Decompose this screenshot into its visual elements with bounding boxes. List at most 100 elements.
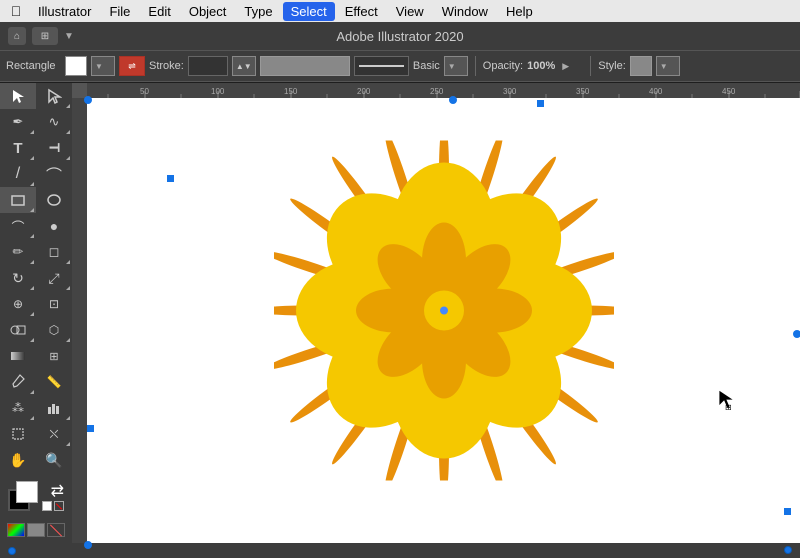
opacity-arrow[interactable]: ▶ [559,56,583,76]
symbol-sprayer-tool[interactable]: ⁂ [0,395,36,421]
eraser-tool[interactable]: ◻ [36,239,72,265]
measure-tool[interactable]: 📏 [36,369,72,395]
zoom-tool[interactable]: 🔍 [36,447,72,473]
artboard-tool[interactable] [0,421,36,447]
menu-type[interactable]: Type [236,2,280,21]
scroll-corner-tl [84,96,92,104]
tool-subtool-indicator [66,286,70,290]
mesh-tool[interactable]: ⊞ [36,343,72,369]
bottom-bar [0,543,800,558]
status-indicator-right [784,546,792,554]
menu-effect[interactable]: Effect [337,2,386,21]
free-transform-tool[interactable]: ⊡ [36,291,72,317]
selection-handle-bl[interactable] [87,425,94,432]
menu-illustrator[interactable]: Illustrator [30,2,99,21]
hand-tool[interactable]: ✋ [0,447,36,473]
line-tool[interactable]: / [0,161,36,187]
column-graph-tool[interactable] [36,395,72,421]
basic-dropdown[interactable]: ▼ [444,56,468,76]
brush-line-visual [359,65,404,67]
fill-none-icon[interactable] [42,501,52,511]
slice-tool[interactable]: ⛌ [36,421,72,447]
brush-selector[interactable] [354,56,409,76]
menu-view[interactable]: View [388,2,432,21]
tool-row-1 [0,83,72,109]
curvature-tool[interactable]: ∿ [36,109,72,135]
style-swatch[interactable] [630,56,652,76]
fill-indicator[interactable] [16,481,38,503]
fill-dropdown[interactable]: ▼ [91,56,115,76]
gradient-tool[interactable] [0,343,36,369]
stroke-color-rect[interactable] [260,56,350,76]
fill-stroke-area: ⇄ [0,473,72,519]
selection-handle-tl[interactable] [167,175,174,182]
tool-subtool-indicator [30,234,34,238]
eyedropper-tool[interactable] [0,369,36,395]
title-bar: ⌂ ⊞ ▼ Adobe Illustrator 2020 [0,22,800,50]
layout-caret[interactable]: ▼ [64,31,74,42]
svg-text:⊞: ⊞ [725,403,732,410]
apple-menu[interactable]:  [8,3,24,19]
menu-help[interactable]: Help [498,2,541,21]
style-dropdown[interactable]: ▼ [656,56,680,76]
rectangle-tool[interactable] [0,187,36,213]
perspective-grid-tool[interactable]: ⬡ [36,317,72,343]
stroke-none-icon[interactable] [54,501,64,511]
tool-row-11: ⊞ [0,343,72,369]
selection-handle-tr[interactable] [537,100,544,107]
none-mode-btn[interactable] [47,523,65,537]
tool-subtool-indicator [30,416,34,420]
tool-row-13: ⁂ [0,395,72,421]
arc-tool[interactable]: ⌒ [36,161,72,187]
stroke-dropdown[interactable]: ▲▼ [232,56,256,76]
warp-tool[interactable]: ⊕ [0,291,36,317]
stroke-input[interactable] [188,56,228,76]
pencil-tool[interactable]: ✏ [0,239,36,265]
tool-row-10: ⬡ [0,317,72,343]
menu-edit[interactable]: Edit [140,2,178,21]
menu-select[interactable]: Select [283,2,335,21]
grid-icon[interactable]: ⊞ [32,27,58,45]
gradient-mode-btn[interactable] [27,523,45,537]
ellipse-tool[interactable] [36,187,72,213]
scale-tool[interactable]: ⤢ [36,265,72,291]
title-left-icons: ⌂ ⊞ ▼ [8,27,74,45]
tool-subtool-indicator [30,338,34,342]
fill-swatch[interactable] [65,56,87,76]
status-indicator-left [8,547,16,555]
tool-subtool-indicator [30,286,34,290]
transform-btn[interactable]: ⇌ [119,56,145,76]
menu-bar:  Illustrator File Edit Object Type Sele… [0,0,800,22]
paintbrush-tool[interactable]: ⌒ [0,213,36,239]
flower-svg [274,140,614,480]
tool-subtool-indicator [30,260,34,264]
swap-icon[interactable]: ⇄ [51,481,64,501]
direct-select-tool[interactable] [36,83,72,109]
home-icon[interactable]: ⌂ [8,27,26,45]
pen-tool[interactable]: ✒ [0,109,36,135]
basic-label: Basic [413,60,440,72]
menu-window[interactable]: Window [434,2,496,21]
color-mode-btn[interactable] [7,523,25,537]
menu-object[interactable]: Object [181,2,235,21]
tool-subtool-indicator [66,260,70,264]
svg-text:50: 50 [140,87,149,96]
menu-file[interactable]: File [101,2,138,21]
canvas-area[interactable]: ⊞ [87,98,800,543]
tool-subtool-indicator [30,130,34,134]
selection-handle-br[interactable] [784,508,791,515]
toolbar-sep1 [475,56,476,76]
rotate-tool[interactable]: ↻ [0,265,36,291]
svg-text:200: 200 [357,87,371,96]
vertical-ruler [72,98,87,558]
scroll-corner-br [793,330,800,338]
tool-row-14: ⛌ [0,421,72,447]
vertical-type-tool[interactable]: T [36,135,72,161]
select-tool[interactable] [0,83,36,109]
blob-brush-tool[interactable]: ● [36,213,72,239]
shape-builder-tool[interactable] [0,317,36,343]
type-tool[interactable]: T [0,135,36,161]
scroll-corner-bl [84,541,92,549]
svg-text:400: 400 [649,87,663,96]
horizontal-ruler: 0 50 100 150 200 250 300 350 400 450 [72,83,800,98]
